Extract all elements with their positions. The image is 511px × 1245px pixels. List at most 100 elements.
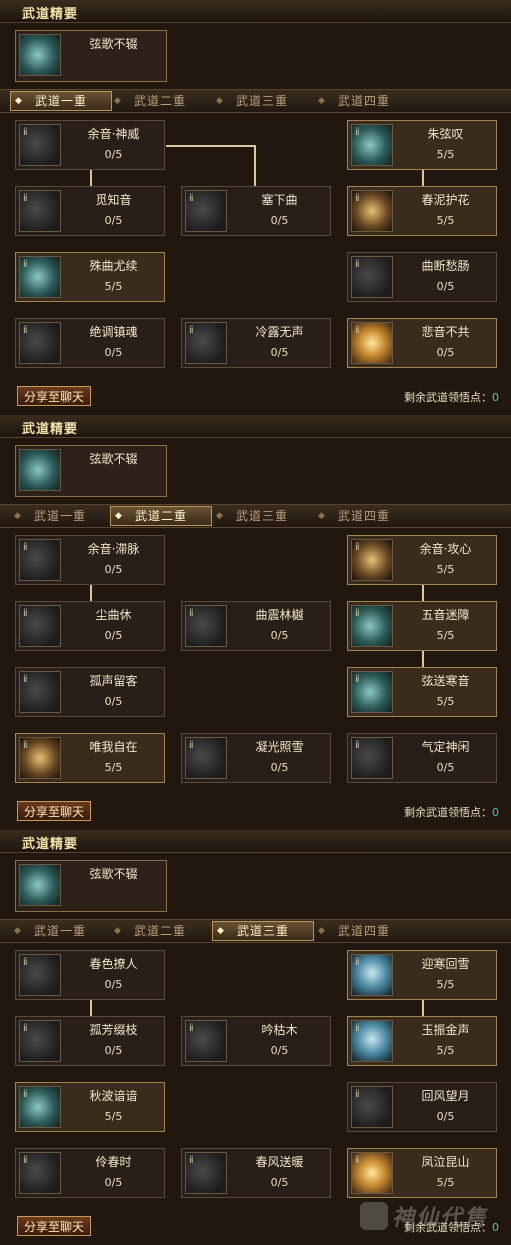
skill-name: 回风望月 — [421, 1089, 470, 1103]
skill-icon: ⅱ — [19, 671, 61, 713]
connector-line — [422, 1000, 424, 1016]
skill-card[interactable]: ⅱ 迎寒回雪 5/5 — [347, 950, 497, 1000]
skill-card[interactable]: ⅱ 春色撩人 0/5 — [15, 950, 165, 1000]
skill-card[interactable]: ⅱ 余音·神威 0/5 — [15, 120, 165, 170]
skill-rank-glyph-icon: ⅱ — [355, 193, 360, 204]
essence-card[interactable]: 弦歌不辍 — [15, 445, 167, 497]
tab-tier-1[interactable]: ◆ 武道一重 — [10, 91, 112, 111]
skill-card[interactable]: ⅱ 五音迷障 5/5 — [347, 601, 497, 651]
skill-card[interactable]: ⅱ 秋波谙谙 5/5 — [15, 1082, 165, 1132]
skill-card[interactable]: ⅱ 曲震林樾 0/5 — [181, 601, 331, 651]
tab-tier-4[interactable]: ◆ 武道四重 — [314, 507, 414, 525]
skill-card[interactable]: ⅱ 吟枯木 0/5 — [181, 1016, 331, 1066]
share-to-chat-button[interactable]: 分享至聊天 — [17, 386, 91, 406]
skill-icon: ⅱ — [351, 256, 393, 298]
skill-rank-glyph-icon: ⅱ — [355, 325, 360, 336]
essence-card[interactable]: 弦歌不辍 — [15, 30, 167, 82]
tab-tier-4[interactable]: ◆ 武道四重 — [314, 922, 414, 940]
connector-line — [422, 170, 424, 186]
skill-name: 春风送暖 — [255, 1155, 304, 1169]
skill-points: 0/5 — [104, 978, 123, 991]
skill-card[interactable]: ⅱ 塞下曲 0/5 — [181, 186, 331, 236]
skill-name: 尘曲休 — [95, 608, 132, 622]
tab-tier-1[interactable]: ◆ 武道一重 — [10, 507, 110, 525]
skill-card[interactable]: ⅱ 余音·攻心 5/5 — [347, 535, 497, 585]
skill-card[interactable]: ⅱ 凤泣昆山 5/5 — [347, 1148, 497, 1198]
tab-diamond-icon: ◆ — [318, 96, 326, 106]
skill-card[interactable]: ⅱ 玉振金声 5/5 — [347, 1016, 497, 1066]
tab-tier-3[interactable]: ◆ 武道三重 — [212, 507, 312, 525]
panel-header: 武道精要 — [0, 415, 511, 438]
tab-tier-1[interactable]: ◆ 武道一重 — [10, 922, 110, 940]
skill-card[interactable]: ⅱ 冷露无声 0/5 — [181, 318, 331, 368]
talent-panel[interactable]: 武道精要弦歌不辍 ◆ 武道一重 ◆ 武道二重 ◆ 武道三重 ◆ 武道四重 ⅱ 余音·滞脉 0/5 ⅱ 余音… — [0, 415, 511, 830]
skill-points: 0/5 — [104, 1176, 123, 1189]
share-to-chat-button[interactable]: 分享至聊天 — [17, 1216, 91, 1236]
skill-card[interactable]: ⅱ 余音·滞脉 0/5 — [15, 535, 165, 585]
skill-icon: ⅱ — [351, 1020, 393, 1062]
skill-points: 5/5 — [436, 214, 455, 227]
skill-card[interactable]: ⅱ 气定神闲 0/5 — [347, 733, 497, 783]
tab-diamond-icon: ◆ — [216, 96, 224, 106]
skill-points: 0/5 — [436, 761, 455, 774]
share-to-chat-button[interactable]: 分享至聊天 — [17, 801, 91, 821]
tab-diamond-icon: ◆ — [14, 511, 22, 521]
connector-line — [422, 585, 424, 601]
skill-card[interactable]: ⅱ 回风望月 0/5 — [347, 1082, 497, 1132]
skill-card[interactable]: ⅱ 春风送暖 0/5 — [181, 1148, 331, 1198]
skill-icon: ⅱ — [19, 539, 61, 581]
panel-header: 武道精要 — [0, 0, 511, 23]
skill-card[interactable]: ⅱ 尘曲休 0/5 — [15, 601, 165, 651]
skill-card[interactable]: ⅱ 凝光照雪 0/5 — [181, 733, 331, 783]
tab-tier-3[interactable]: ◆ 武道三重 — [212, 92, 312, 110]
skill-card[interactable]: ⅱ 弦送寒音 5/5 — [347, 667, 497, 717]
skill-name: 曲震林樾 — [255, 608, 304, 622]
skill-name: 余音·神威 — [87, 127, 140, 141]
tab-tier-2[interactable]: ◆ 武道二重 — [110, 922, 210, 940]
skill-points: 0/5 — [104, 563, 123, 576]
skill-card[interactable]: ⅱ 绝调镇魂 0/5 — [15, 318, 165, 368]
skill-points: 5/5 — [104, 1110, 123, 1123]
watermark-text: 神仙代售 — [392, 1205, 489, 1231]
skill-name: 悲音不共 — [421, 325, 470, 339]
talent-panel[interactable]: 武道精要 弦歌不辍 ◆ 武道一重 ◆ 武道二重 ◆ 武道三重 ◆ 武道四重 ⅱ 春色撩人 0/5 ⅱ 迎寒回… — [0, 830, 511, 1245]
skill-card[interactable]: ⅱ 悲音不共 0/5 — [347, 318, 497, 368]
tab-label: 武道一重 — [33, 509, 86, 523]
tab-label: 武道一重 — [33, 924, 86, 938]
skill-rank-glyph-icon: ⅱ — [23, 1155, 28, 1166]
essence-skill-icon — [19, 449, 61, 491]
talent-panel[interactable]: 武道精要 弦歌不辍 ◆ 武道一重 ◆ 武道二重 ◆ 武道三重 ◆ 武道四重 ⅱ 余音·神威 0/5 ⅱ 朱弦… — [0, 0, 511, 415]
skill-points: 0/5 — [436, 1110, 455, 1123]
skill-card[interactable]: ⅱ 孤芳缀枝 0/5 — [15, 1016, 165, 1066]
skill-points: 0/5 — [270, 346, 289, 359]
skill-card[interactable]: ⅱ 孤声留客 0/5 — [15, 667, 165, 717]
skill-name: 朱弦叹 — [427, 127, 464, 141]
tab-tier-2[interactable]: ◆ 武道二重 — [110, 92, 210, 110]
skill-card[interactable]: ⅱ 伶春时 0/5 — [15, 1148, 165, 1198]
skill-points: 0/5 — [104, 214, 123, 227]
skill-card[interactable]: ⅱ 朱弦叹 5/5 — [347, 120, 497, 170]
tab-tier-4[interactable]: ◆ 武道四重 — [314, 92, 414, 110]
tab-tier-3[interactable]: ◆ 武道三重 — [212, 921, 314, 941]
skill-points: 5/5 — [436, 563, 455, 576]
skill-icon: ⅱ — [19, 1152, 61, 1194]
skill-card[interactable]: ⅱ 曲断愁肠 0/5 — [347, 252, 497, 302]
skill-name: 曲断愁肠 — [421, 259, 470, 273]
skill-icon: ⅱ — [19, 256, 61, 298]
tier-tabs: ◆ 武道一重 ◆ 武道二重 ◆ 武道三重 ◆ 武道四重 — [0, 504, 511, 528]
skill-card[interactable]: ⅱ 春泥护花 5/5 — [347, 186, 497, 236]
skill-icon: ⅱ — [351, 1152, 393, 1194]
skill-card[interactable]: ⅱ 觅知音 0/5 — [15, 186, 165, 236]
skill-icon: ⅱ — [351, 605, 393, 647]
skill-card[interactable]: ⅱ 唯我自在 5/5 — [15, 733, 165, 783]
skill-card[interactable]: ⅱ 殊曲尤续 5/5 — [15, 252, 165, 302]
tab-diamond-icon: ◆ — [15, 96, 23, 106]
skill-rank-glyph-icon: ⅱ — [355, 957, 360, 968]
skill-name: 迎寒回雪 — [421, 957, 470, 971]
tier-tabs: ◆ 武道一重 ◆ 武道二重 ◆ 武道三重 ◆ 武道四重 — [0, 919, 511, 943]
essence-card[interactable]: 弦歌不辍 — [15, 860, 167, 912]
skill-name: 唯我自在 — [89, 740, 138, 754]
tab-tier-2[interactable]: ◆ 武道二重 — [110, 506, 212, 526]
tab-label: 武道三重 — [236, 924, 289, 938]
skill-icon: ⅱ — [351, 1086, 393, 1128]
